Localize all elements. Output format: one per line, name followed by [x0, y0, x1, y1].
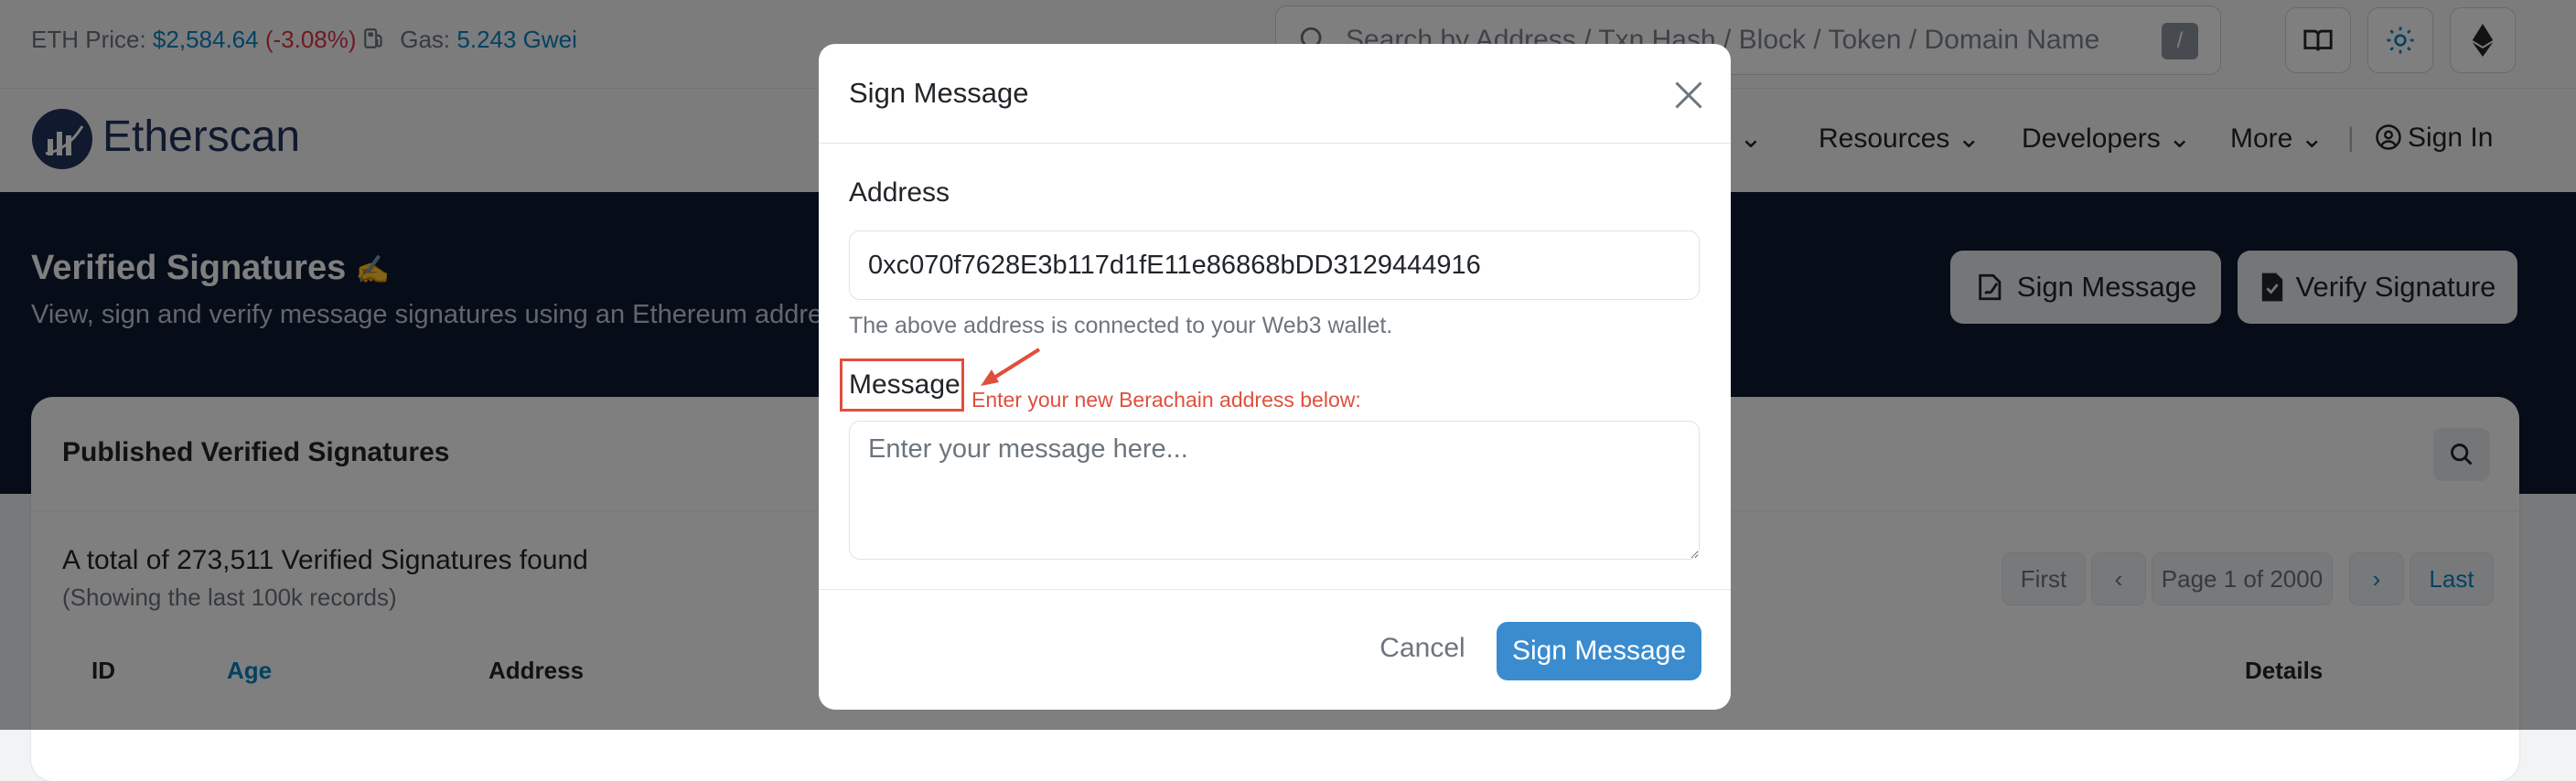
modal-footer-divider: [819, 589, 1731, 590]
modal-title: Sign Message: [849, 77, 1029, 109]
address-field[interactable]: [849, 230, 1700, 300]
annotation-arrow-icon: [981, 348, 1041, 386]
close-icon[interactable]: [1672, 79, 1705, 112]
modal-header-divider: [819, 143, 1731, 144]
message-label: Message: [849, 369, 961, 400]
address-help-text: The above address is connected to your W…: [849, 313, 1393, 338]
message-field[interactable]: [849, 421, 1700, 560]
cancel-button[interactable]: Cancel: [1365, 616, 1480, 680]
sign-message-button[interactable]: Sign Message: [1497, 622, 1701, 680]
address-label: Address: [849, 177, 950, 208]
annotation-text: Enter your new Berachain address below:: [971, 388, 1361, 412]
